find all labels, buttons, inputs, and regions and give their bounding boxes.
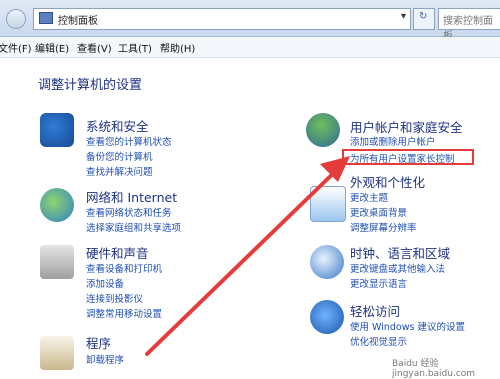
annotation-arrow-icon [145,156,350,356]
watermark: Baidu 经验 jingyan.baidu.com [392,359,476,379]
